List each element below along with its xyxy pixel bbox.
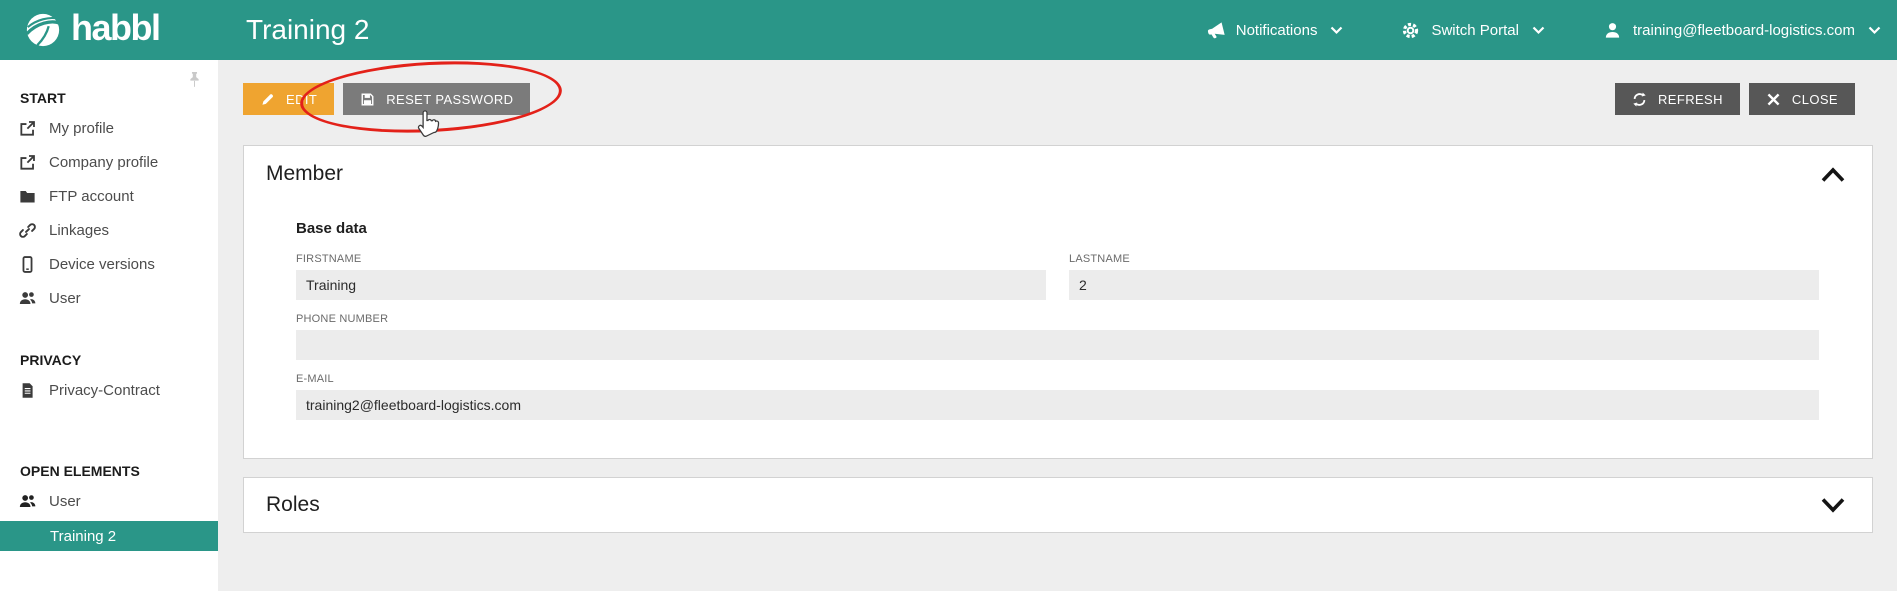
firstname-label: FIRSTNAME <box>296 253 1046 265</box>
edit-button-label: EDIT <box>286 92 317 107</box>
edit-button[interactable]: EDIT <box>243 83 334 115</box>
share-icon <box>19 154 36 171</box>
top-bar: habbl Training 2 Notifications <box>0 0 1897 60</box>
users-icon <box>19 290 36 307</box>
sidebar-item-company-profile[interactable]: Company profile <box>0 145 218 179</box>
sidebar-item-privacy-contract[interactable]: Privacy-Contract <box>0 373 218 407</box>
sidebar-item-ftp-account[interactable]: FTP account <box>0 179 218 213</box>
top-menu: Notifications Switch Portal <box>1206 21 1881 40</box>
share-icon <box>19 120 36 137</box>
folder-icon <box>19 188 36 205</box>
firstname-field-group: FIRSTNAME <box>296 253 1046 300</box>
users-icon <box>19 493 36 510</box>
switch-portal-label: Switch Portal <box>1431 22 1519 39</box>
roles-panel-title: Roles <box>266 493 320 517</box>
refresh-button-label: REFRESH <box>1658 92 1723 107</box>
pin-icon <box>186 71 203 90</box>
mobile-icon <box>19 256 36 273</box>
chevron-up-icon <box>1820 166 1846 183</box>
sidebar-item-label: FTP account <box>49 188 134 205</box>
sidebar-item-training-2-selected[interactable]: Training 2 <box>0 521 218 551</box>
page-title: Training 2 <box>246 14 369 46</box>
user-account-menu[interactable]: training@fleetboard-logistics.com <box>1603 21 1881 40</box>
firstname-input[interactable] <box>296 270 1046 300</box>
lastname-field-group: LASTNAME <box>1069 253 1819 300</box>
sidebar: START My profile <box>0 60 218 591</box>
user-email: training@fleetboard-logistics.com <box>1633 22 1855 39</box>
sidebar-section-privacy: PRIVACY <box>20 352 218 368</box>
refresh-icon <box>1632 92 1647 107</box>
chevron-down-icon <box>1330 26 1343 35</box>
sidebar-item-label: Training 2 <box>50 528 116 545</box>
switch-portal-menu[interactable]: Switch Portal <box>1401 21 1545 40</box>
chevron-down-icon <box>1532 26 1545 35</box>
megaphone-icon <box>1206 21 1225 40</box>
save-icon <box>360 92 375 107</box>
notifications-label: Notifications <box>1236 22 1318 39</box>
sidebar-item-user[interactable]: User <box>0 281 218 315</box>
pin-sidebar-button[interactable] <box>186 71 203 93</box>
member-panel-title: Member <box>266 162 343 186</box>
sidebar-item-label: Linkages <box>49 222 109 239</box>
logo-text: habbl <box>71 7 160 49</box>
roles-panel: Roles <box>243 477 1873 533</box>
sidebar-item-label: Company profile <box>49 154 158 171</box>
close-button-label: CLOSE <box>1792 92 1838 107</box>
reset-password-button[interactable]: RESET PASSWORD <box>343 83 530 115</box>
sidebar-item-label: User <box>49 290 81 307</box>
sidebar-item-label: My profile <box>49 120 114 137</box>
close-icon <box>1766 92 1781 107</box>
sidebar-item-label: Privacy-Contract <box>49 382 160 399</box>
reset-password-button-label: RESET PASSWORD <box>386 92 513 107</box>
member-panel: Member Base data FIRSTNAME <box>243 145 1873 459</box>
close-button[interactable]: CLOSE <box>1749 83 1855 115</box>
gear-icon <box>1401 21 1420 40</box>
notifications-menu[interactable]: Notifications <box>1206 21 1344 40</box>
pencil-icon <box>260 92 275 107</box>
main-content: EDIT RESET PASSWORD <box>218 60 1897 591</box>
member-panel-header: Member <box>244 146 1872 196</box>
app-window: habbl Training 2 Notifications <box>0 0 1897 591</box>
sidebar-item-open-user[interactable]: User <box>0 484 218 518</box>
habbl-logo[interactable]: habbl <box>0 11 218 49</box>
phone-input[interactable] <box>296 330 1819 360</box>
lastname-input[interactable] <box>1069 270 1819 300</box>
phone-field-group: PHONE NUMBER <box>296 313 1819 360</box>
sidebar-section-open-elements: OPEN ELEMENTS <box>20 463 218 479</box>
lastname-label: LASTNAME <box>1069 253 1819 265</box>
sidebar-item-device-versions[interactable]: Device versions <box>0 247 218 281</box>
member-panel-body: Base data FIRSTNAME LASTNAME PHONE NUMBE… <box>244 196 1872 458</box>
base-data-heading: Base data <box>296 220 1819 237</box>
toolbar: EDIT RESET PASSWORD <box>243 83 1873 115</box>
chevron-down-icon <box>1868 26 1881 35</box>
email-label: E-MAIL <box>296 373 1819 385</box>
globe-icon <box>24 11 62 49</box>
email-field-group: E-MAIL <box>296 373 1819 420</box>
email-input[interactable] <box>296 390 1819 420</box>
member-collapse-button[interactable] <box>1820 166 1846 183</box>
sidebar-item-my-profile[interactable]: My profile <box>0 111 218 145</box>
roles-expand-button[interactable] <box>1820 497 1846 514</box>
sidebar-item-label: User <box>49 493 81 510</box>
sidebar-item-linkages[interactable]: Linkages <box>0 213 218 247</box>
toolbar-right-group: REFRESH CLOSE <box>1615 83 1855 115</box>
refresh-button[interactable]: REFRESH <box>1615 83 1740 115</box>
chevron-down-icon <box>1820 497 1846 514</box>
sidebar-item-label: Device versions <box>49 256 155 273</box>
phone-label: PHONE NUMBER <box>296 313 1819 325</box>
link-icon <box>19 222 36 239</box>
person-icon <box>1603 21 1622 40</box>
document-icon <box>19 382 36 399</box>
